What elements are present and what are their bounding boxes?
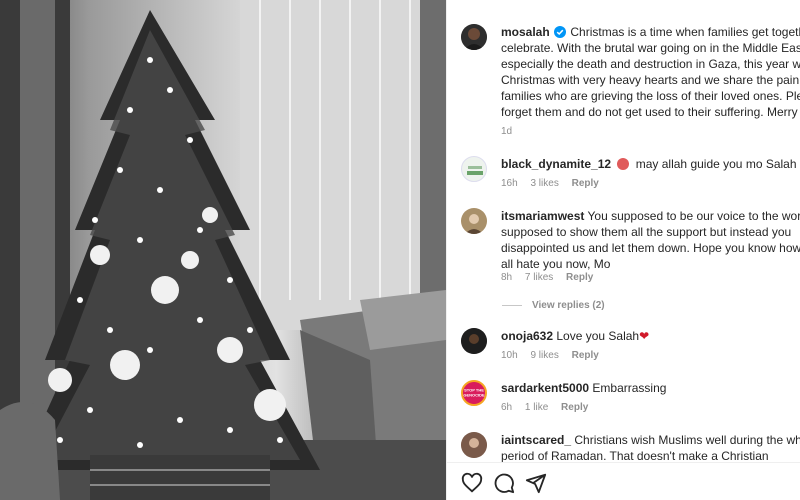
comment-username[interactable]: black_dynamite_12	[501, 157, 611, 171]
comment-time: 10h	[501, 350, 518, 361]
comment-time: 6h	[501, 402, 513, 413]
comment-username[interactable]: iaintscared_	[501, 433, 571, 447]
comment-body: sardarkent5000 Embarrassing	[501, 380, 800, 396]
comment: itsmariamwest You supposed to be our voi…	[461, 208, 800, 288]
heart-emoji-icon: ❤	[639, 329, 650, 343]
comment-text: Love you Salah	[556, 329, 640, 343]
comment-likes[interactable]: 7 likes	[525, 272, 553, 283]
view-replies-button[interactable]: View replies (2)	[502, 300, 605, 311]
reply-button[interactable]: Reply	[572, 178, 599, 189]
face-emoji-icon	[617, 158, 630, 170]
reply-button[interactable]: Reply	[561, 402, 588, 413]
avatar[interactable]	[461, 432, 487, 458]
comment-body: itsmariamwest You supposed to be our voi…	[501, 208, 800, 272]
comment-likes[interactable]: 1 like	[525, 402, 548, 413]
comment-meta: 16h 3 likes Reply	[501, 178, 609, 189]
avatar[interactable]	[461, 328, 487, 354]
like-heart-icon[interactable]	[461, 472, 483, 494]
avatar[interactable]	[461, 24, 487, 50]
avatar[interactable]	[461, 156, 487, 182]
comment-body: onoja632 Love you Salah❤	[501, 328, 800, 344]
comment-likes[interactable]: 3 likes	[530, 178, 558, 189]
share-send-icon[interactable]	[525, 472, 547, 494]
comment: black_dynamite_12 may allah guide you mo…	[461, 156, 800, 196]
post-photo[interactable]	[0, 0, 446, 500]
post-caption: mosalah Christmas is a time when familie…	[461, 24, 800, 144]
reply-button[interactable]: Reply	[572, 350, 599, 361]
comment-time: 8h	[501, 272, 513, 283]
comment: STOP THE GENOCIDE sardarkent5000 Embarras…	[461, 380, 800, 420]
verified-badge-icon	[554, 26, 567, 38]
comment-text: Embarrassing	[592, 381, 667, 395]
comment-time: 16h	[501, 178, 518, 189]
comment-meta: 6h 1 like Reply	[501, 402, 598, 413]
comments-panel: mosalah Christmas is a time when familie…	[446, 0, 800, 500]
comment-username[interactable]: sardarkent5000	[501, 381, 589, 395]
instagram-post-view: mosalah Christmas is a time when familie…	[0, 0, 800, 500]
comment-meta: 8h 7 likes Reply	[501, 272, 603, 283]
comment-likes[interactable]: 9 likes	[530, 350, 558, 361]
caption-meta: 1d	[501, 126, 522, 137]
avatar[interactable]: STOP THE GENOCIDE	[461, 380, 487, 406]
divider-line	[502, 304, 522, 306]
comment-text: may allah guide you mo Salah	[635, 157, 797, 171]
reply-button[interactable]: Reply	[566, 272, 593, 283]
caption-body: mosalah Christmas is a time when familie…	[501, 24, 800, 120]
avatar[interactable]	[461, 208, 487, 234]
comment-body: iaintscared_ Christians wish Muslims wel…	[501, 432, 800, 464]
comment-username[interactable]: onoja632	[501, 329, 553, 343]
comment-body: black_dynamite_12 may allah guide you mo…	[501, 156, 800, 172]
username[interactable]: mosalah	[501, 25, 550, 39]
comment: onoja632 Love you Salah❤ 10h 9 likes Rep…	[461, 328, 800, 368]
post-actions-bar	[447, 462, 800, 500]
comment-meta: 10h 9 likes Reply	[501, 350, 609, 361]
caption-text: Christmas is a time when families get to…	[501, 25, 800, 119]
comment-username[interactable]: itsmariamwest	[501, 209, 584, 223]
christmas-tree-image	[0, 0, 446, 500]
view-replies-label: View replies (2)	[532, 300, 605, 311]
svg-text:GENOCIDE: GENOCIDE	[463, 393, 485, 398]
caption-time: 1d	[501, 126, 513, 137]
comment-bubble-icon[interactable]	[493, 472, 515, 494]
